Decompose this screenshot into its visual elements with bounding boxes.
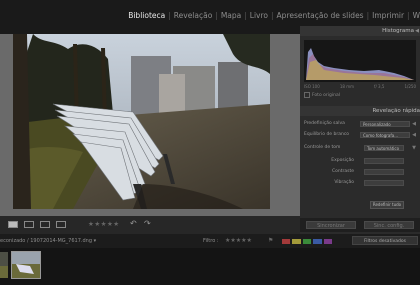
qd-label: Exposição (331, 158, 354, 163)
module-develop[interactable]: Revelação (174, 11, 213, 20)
filter-label: Filtro : (203, 238, 219, 244)
module-slideshow[interactable]: Apresentação de slides (277, 11, 364, 20)
collapse-triangle-icon[interactable]: ◀ (415, 26, 419, 36)
rotate-left-icon[interactable]: ↶ (130, 219, 137, 228)
yellow-filter[interactable] (292, 239, 301, 244)
qd-label: Predefinição salva (304, 121, 345, 126)
thumbnail-image (0, 252, 8, 278)
grid-view-icon[interactable] (24, 221, 34, 228)
qd-label: Contraste (332, 169, 354, 174)
survey-view-icon[interactable] (56, 221, 66, 228)
compare-view-icon[interactable] (40, 221, 50, 228)
library-toolbar: ★★★★★ ↶ ↷ (0, 216, 300, 234)
exif-aperture: f/ 3,5 (374, 84, 385, 89)
filmstrip-thumbnail[interactable] (0, 252, 8, 278)
filter-select[interactable]: Filtros desativados (352, 236, 418, 245)
quick-develop-header[interactable]: Revelação rápida ▼ (300, 106, 420, 116)
blue-filter[interactable] (313, 239, 322, 244)
histogram-exif: ISO 100 18 mm f/ 3,5 1/250 (304, 84, 416, 89)
module-web[interactable]: W (413, 11, 420, 20)
qd-row-exposure: Exposição (304, 158, 416, 165)
module-list: Biblioteca | Revelação | Mapa | Livro | … (128, 11, 420, 20)
green-filter[interactable] (302, 239, 312, 244)
exposure-stepper[interactable] (364, 158, 404, 164)
vibrance-stepper[interactable] (364, 180, 404, 186)
qd-label: Equilíbrio de branco (304, 132, 350, 137)
module-separator: | (407, 11, 410, 20)
loupe-view (0, 34, 300, 216)
module-print[interactable]: Imprimir (372, 11, 404, 20)
qd-row-tone-control: Controle de tom Tom automático ▼ (304, 145, 416, 152)
exif-shutter: 1/250 (404, 84, 416, 89)
rating-stars[interactable]: ★★★★★ (88, 220, 120, 228)
quick-develop-title: Revelação rápida (372, 108, 420, 114)
purple-filter[interactable] (323, 239, 333, 244)
flag-filter-icon[interactable]: ⚑ (268, 237, 273, 244)
filmstrip-bar: econizado / 19072014-MG_7617.dng ▾ Filtr… (0, 234, 420, 248)
exif-iso: ISO 100 (304, 84, 320, 89)
histogram-header[interactable]: Histograma ◀ (300, 26, 420, 36)
qd-row-white-balance: Equilíbrio de branco Como fotografa... ◀ (304, 132, 416, 139)
module-separator: | (271, 11, 274, 20)
photo-preview[interactable] (13, 34, 270, 209)
original-photo-label: Foto original (312, 92, 340, 98)
qd-row-vibrance: Vibração (304, 180, 416, 187)
contrast-stepper[interactable] (364, 169, 404, 175)
module-separator: | (244, 11, 247, 20)
white-balance-select[interactable]: Como fotografa... (360, 132, 410, 138)
qd-label: Controle de tom (304, 145, 341, 150)
module-map[interactable]: Mapa (221, 11, 241, 20)
module-separator: | (168, 11, 171, 20)
module-separator: | (215, 11, 218, 20)
park-bench-photo (13, 34, 270, 209)
disclosure-icon[interactable]: ▼ (412, 145, 416, 151)
module-book[interactable]: Livro (250, 11, 268, 20)
rotate-right-icon[interactable]: ↷ (144, 219, 151, 228)
histogram-title: Histograma (382, 28, 414, 34)
right-panel: Histograma ◀ ISO 100 18 mm f/ 3,5 1/250 … (300, 26, 420, 246)
sync-button[interactable]: Sincronizar (306, 221, 356, 229)
reset-all-button[interactable]: Redefinir tudo (370, 201, 404, 209)
disclosure-icon[interactable]: ◀ (412, 121, 416, 127)
sync-settings-button[interactable]: Sinc. config. (364, 221, 414, 229)
qd-label: Vibração (334, 180, 354, 185)
red-filter[interactable] (282, 239, 291, 244)
checkbox[interactable] (304, 92, 310, 98)
filter-stars[interactable]: ★★★★★ (225, 237, 252, 244)
loupe-view-icon[interactable] (8, 221, 18, 228)
sync-button-bar: Sincronizar Sinc. config. (300, 218, 420, 232)
thumbnail-image (12, 252, 40, 278)
qd-row-preset: Predefinição salva Personalizado ◀ (304, 121, 416, 128)
histogram (304, 40, 416, 82)
source-path[interactable]: econizado / 19072014-MG_7617.dng ▾ (0, 238, 96, 244)
auto-tone-button[interactable]: Tom automático (364, 145, 404, 151)
exif-focal: 18 mm (339, 84, 354, 89)
color-label-filters (282, 239, 333, 244)
disclosure-icon[interactable]: ◀ (412, 132, 416, 138)
qd-row-contrast: Contraste (304, 169, 416, 176)
histogram-graph (306, 48, 414, 80)
module-separator: | (366, 11, 370, 20)
filmstrip-thumbnail-selected[interactable] (11, 251, 41, 279)
module-library[interactable]: Biblioteca (128, 11, 165, 20)
original-photo-toggle[interactable]: Foto original (304, 92, 340, 98)
preset-select[interactable]: Personalizado (360, 121, 410, 127)
filmstrip (0, 248, 420, 285)
